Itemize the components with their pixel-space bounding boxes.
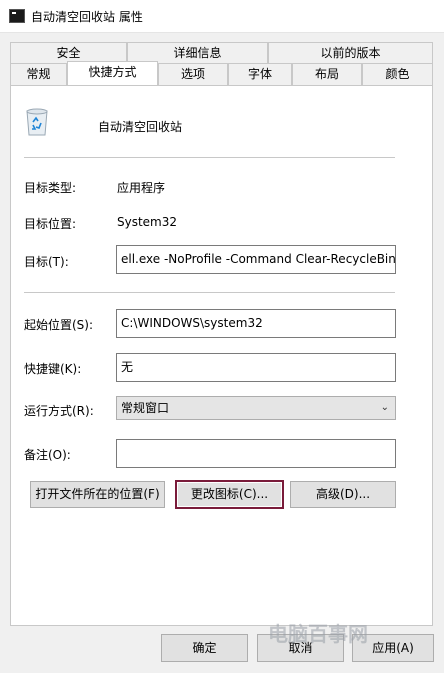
shortcut-name: 自动清空回收站 — [98, 120, 183, 134]
hotkey-input[interactable]: 无 — [116, 353, 396, 382]
start-in-label: 起始位置(S): — [24, 318, 94, 332]
console-app-icon — [9, 9, 25, 23]
separator — [24, 157, 395, 158]
target-location-value: System32 — [117, 215, 178, 229]
target-type-label: 目标类型: — [24, 181, 77, 195]
run-select-value: 常规窗口 — [121, 401, 170, 415]
tab-previous-versions[interactable]: 以前的版本 — [268, 42, 433, 64]
target-type-value: 应用程序 — [117, 181, 166, 195]
comment-input[interactable] — [116, 439, 396, 468]
target-location-label: 目标位置: — [24, 217, 77, 231]
advanced-button[interactable]: 高级(D)... — [290, 481, 396, 508]
chevron-down-icon: ⌄ — [380, 402, 389, 413]
tab-row-bottom: 常规 快捷方式 选项 字体 布局 颜色 — [10, 61, 433, 85]
tab-layout[interactable]: 布局 — [292, 63, 362, 85]
tab-font[interactable]: 字体 — [228, 63, 292, 85]
tab-colors[interactable]: 颜色 — [362, 63, 433, 85]
run-label: 运行方式(R): — [24, 404, 94, 418]
title-bar: 自动清空回收站 属性 — [0, 0, 444, 33]
change-icon-button[interactable]: 更改图标(C)... — [175, 480, 284, 509]
tab-general[interactable]: 常规 — [10, 63, 67, 85]
ok-button[interactable]: 确定 — [161, 634, 248, 662]
separator — [24, 292, 395, 293]
tab-shortcut[interactable]: 快捷方式 — [67, 61, 158, 85]
comment-label: 备注(O): — [24, 448, 71, 462]
start-in-input[interactable]: C:\WINDOWS\system32 — [116, 309, 396, 338]
tab-options[interactable]: 选项 — [158, 63, 228, 85]
target-label: 目标(T): — [24, 255, 69, 269]
run-select[interactable]: 常规窗口 ⌄ — [116, 396, 396, 420]
open-file-location-button[interactable]: 打开文件所在的位置(F) — [30, 481, 165, 508]
target-input[interactable]: ell.exe -NoProfile -Command Clear-Recycl… — [116, 245, 396, 274]
recycle-bin-icon — [26, 108, 48, 136]
window-title: 自动清空回收站 属性 — [31, 10, 143, 24]
watermark-text: 电脑百事网 — [268, 622, 368, 646]
hotkey-label: 快捷键(K): — [24, 362, 82, 376]
